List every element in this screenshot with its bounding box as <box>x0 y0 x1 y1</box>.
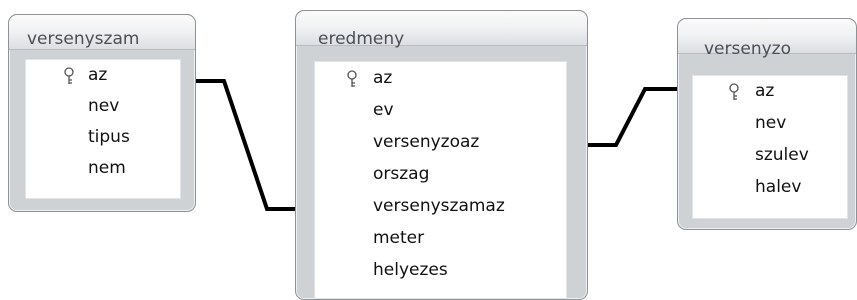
field-name: versenyszamaz <box>373 196 505 216</box>
field-row[interactable]: versenyszamaz <box>315 191 566 221</box>
field-row[interactable]: meter <box>315 223 566 253</box>
field-row[interactable]: orszag <box>315 159 566 189</box>
table-title-bar[interactable]: versenyszam <box>9 15 195 50</box>
key-icon <box>345 68 359 87</box>
field-name: az <box>88 65 108 85</box>
table-title-bar[interactable]: versenyzo <box>678 19 856 59</box>
field-row[interactable]: az <box>26 60 180 90</box>
field-name: meter <box>373 228 425 248</box>
table-title: eredmeny <box>318 29 405 49</box>
field-row[interactable]: ev <box>315 95 566 125</box>
field-list[interactable]: az nev tipus nem <box>25 59 181 199</box>
table-versenyzo[interactable]: versenyzo az nev szulev halev <box>677 18 857 230</box>
table-title: versenyzo <box>704 39 791 59</box>
key-icon <box>62 65 76 84</box>
table-title-bar[interactable]: eredmeny <box>296 11 587 49</box>
field-name: orszag <box>373 164 430 184</box>
relationship-line-eredmeny-versenyzo[interactable] <box>586 87 677 147</box>
key-icon <box>727 81 741 100</box>
field-list[interactable]: az nev szulev halev <box>692 75 848 219</box>
table-eredmeny[interactable]: eredmeny az ev versenyzoaz orszag versen… <box>295 10 588 300</box>
field-list[interactable]: az ev versenyzoaz orszag versenyszamaz m… <box>314 61 567 299</box>
field-row[interactable]: versenyzoaz <box>315 127 566 157</box>
field-name: versenyzoaz <box>373 132 480 152</box>
field-name: az <box>373 68 393 88</box>
field-name: nev <box>755 113 787 133</box>
field-name: nev <box>88 96 120 116</box>
field-row[interactable]: nev <box>693 108 847 138</box>
table-title: versenyszam <box>27 29 140 49</box>
field-row[interactable]: nem <box>26 153 180 183</box>
field-name: nem <box>88 158 126 178</box>
field-name: tipus <box>88 127 130 147</box>
field-name: szulev <box>755 145 809 165</box>
field-row[interactable]: az <box>315 63 566 93</box>
table-versenyszam[interactable]: versenyszam az nev tipus nem <box>8 14 196 212</box>
field-row[interactable]: szulev <box>693 140 847 170</box>
relationship-line-versenyszam-eredmeny[interactable] <box>195 79 295 211</box>
field-row[interactable]: helyezes <box>315 255 566 285</box>
field-name: halev <box>755 177 802 197</box>
field-name: helyezes <box>373 260 448 280</box>
field-row[interactable]: nev <box>26 91 180 121</box>
field-row[interactable]: halev <box>693 172 847 202</box>
field-row[interactable]: az <box>693 76 847 106</box>
field-name: az <box>755 81 775 101</box>
field-row[interactable]: tipus <box>26 122 180 152</box>
field-name: ev <box>373 100 394 120</box>
